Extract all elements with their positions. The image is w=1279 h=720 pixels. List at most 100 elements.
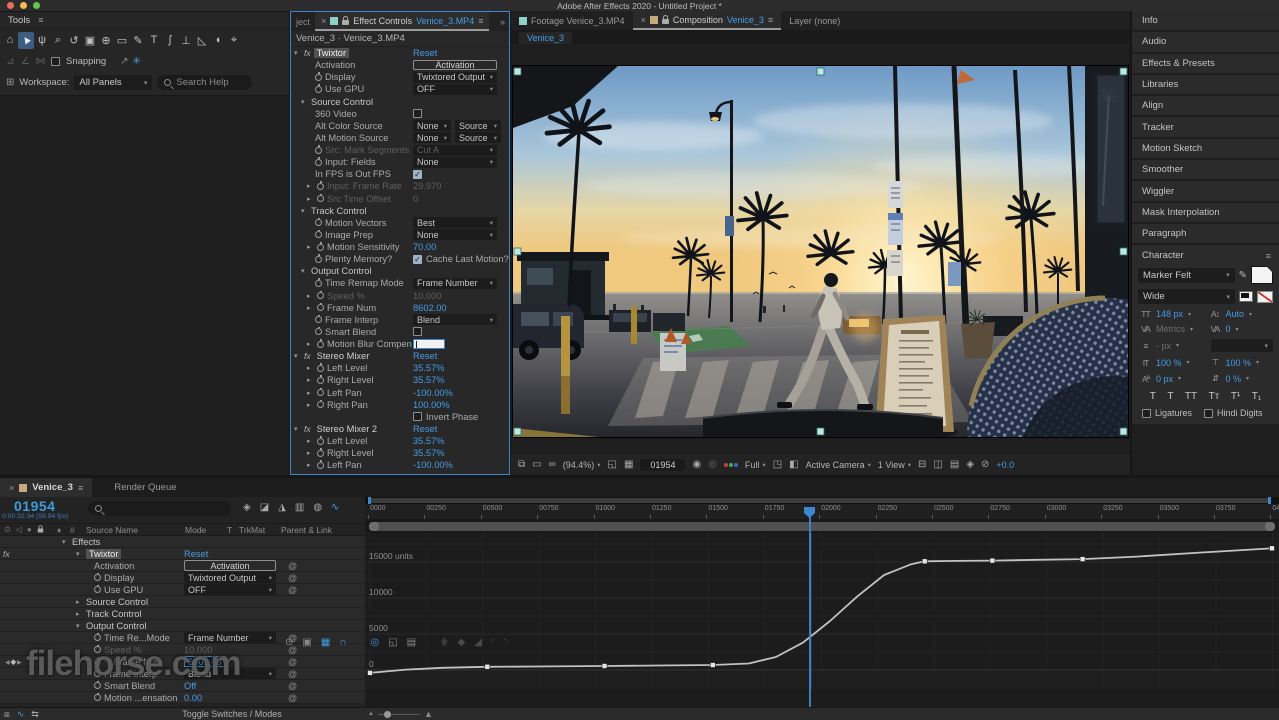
composition-mini-tab[interactable]: Venice_3: [519, 32, 572, 44]
close-tab-icon[interactable]: ×: [641, 15, 646, 25]
checkbox[interactable]: [413, 412, 422, 421]
time-navigator[interactable]: [365, 519, 1279, 533]
checkbox[interactable]: [413, 109, 422, 118]
trkmat-column[interactable]: TrkMat: [239, 525, 265, 535]
stopwatch-icon[interactable]: [317, 438, 324, 445]
reset-link[interactable]: Reset: [413, 351, 437, 361]
dropdown-frame-number[interactable]: Frame Number▾: [413, 278, 497, 289]
video-visibility-icon[interactable]: ⊙: [4, 525, 11, 534]
stopwatch-icon[interactable]: [317, 462, 324, 469]
parent-link-column[interactable]: Parent & Link: [281, 525, 332, 535]
stopwatch-icon[interactable]: [315, 316, 322, 323]
property-value[interactable]: 0: [413, 194, 418, 204]
panel-menu-icon[interactable]: ≡: [1266, 251, 1271, 261]
pickwhip-icon[interactable]: @: [288, 693, 297, 703]
exposure-value[interactable]: +0.0: [996, 460, 1014, 470]
mode-column[interactable]: Mode: [185, 525, 206, 535]
snapshot-icon[interactable]: ◉: [692, 459, 701, 470]
stopwatch-icon[interactable]: [315, 231, 322, 238]
puppet-pin-tool[interactable]: ⌖: [226, 32, 242, 49]
region-of-interest-icon[interactable]: ◳: [773, 459, 782, 470]
stopwatch-icon[interactable]: [94, 694, 101, 701]
lock-icon[interactable]: [342, 20, 349, 25]
rotation-tool[interactable]: ↺: [66, 32, 82, 49]
fill-color-swatch[interactable]: [1251, 266, 1273, 284]
superscript-button[interactable]: T¹: [1231, 391, 1240, 402]
axis-world-icon[interactable]: ∠: [19, 56, 32, 67]
layer-tab[interactable]: Layer (none): [781, 11, 848, 30]
effect-controls-tab[interactable]: × Effect Controls Venice_3.MP4 ≡: [315, 12, 489, 31]
expand-icon[interactable]: ▸: [307, 364, 314, 372]
panel-menu-icon[interactable]: ≡: [78, 483, 83, 493]
twirl-icon[interactable]: ▾: [294, 425, 301, 433]
property-value[interactable]: 35.57%: [413, 448, 445, 458]
leading-value[interactable]: Auto: [1226, 309, 1245, 319]
stopwatch-icon[interactable]: [317, 195, 324, 202]
panel-menu-icon[interactable]: ≡: [478, 16, 483, 26]
expand-icon[interactable]: ▸: [307, 449, 314, 457]
stopwatch-icon[interactable]: [315, 86, 322, 93]
channels-icon[interactable]: [724, 463, 738, 467]
effect-name[interactable]: Twixtor: [314, 48, 349, 58]
sidebar-panel-paragraph[interactable]: Paragraph: [1132, 224, 1279, 243]
edit-selected-keyframes-icon[interactable]: ▣: [302, 637, 311, 648]
in-out-panes-icon[interactable]: ⇆: [31, 709, 39, 720]
sidebar-panel-mask-interpolation[interactable]: Mask Interpolation: [1132, 203, 1279, 222]
composition-tab[interactable]: × Composition Venice_3 ≡: [633, 11, 782, 30]
property-value[interactable]: 8602.00: [413, 303, 447, 313]
help-search-input[interactable]: Search Help: [157, 75, 252, 90]
timeline-button-icon[interactable]: ▤: [950, 459, 959, 470]
fit-all-graphs-icon[interactable]: ▤: [407, 637, 416, 648]
frame-blending-icon[interactable]: ▥: [295, 502, 304, 513]
expand-icon[interactable]: ▸: [307, 340, 314, 348]
pickwhip-icon[interactable]: @: [288, 669, 297, 679]
expand-icon[interactable]: ▸: [307, 389, 314, 397]
stopwatch-icon[interactable]: [94, 586, 101, 593]
faux-italic-button[interactable]: T: [1167, 391, 1173, 402]
kerning-value[interactable]: Metrics: [1156, 324, 1185, 334]
roto-brush-tool[interactable]: ◖: [210, 32, 226, 49]
grid-guides-icon[interactable]: ⊟: [918, 459, 926, 470]
expand-icon[interactable]: ▸: [307, 182, 314, 190]
param-button[interactable]: Activation: [184, 560, 276, 571]
show-snapshot-icon[interactable]: ◎: [708, 459, 717, 470]
brush-tool[interactable]: ʃ: [162, 32, 178, 49]
snap-icon[interactable]: ∩: [339, 637, 346, 648]
property-value[interactable]: 100.00%: [413, 400, 450, 410]
stopwatch-icon[interactable]: [94, 634, 101, 641]
draft-3d-icon[interactable]: ◪: [260, 502, 269, 513]
roi-icon[interactable]: ◱: [608, 459, 617, 470]
sidebar-panel-audio[interactable]: Audio: [1132, 32, 1279, 51]
stroke-width-value[interactable]: - px: [1156, 341, 1171, 351]
view-layout-select[interactable]: 1 View▾: [878, 460, 911, 470]
baseline-shift-value[interactable]: 0 px: [1156, 374, 1173, 384]
dropdown-twixtored-output[interactable]: Twixtored Output▾: [184, 572, 276, 583]
param-button[interactable]: Activation: [413, 60, 497, 71]
work-area-bar[interactable]: [365, 497, 1279, 504]
fast-previews-icon[interactable]: ◧: [789, 459, 798, 470]
faux-bold-button[interactable]: T: [1150, 391, 1156, 402]
selection-tool[interactable]: ▲: [18, 32, 34, 49]
dropdown-cut-a[interactable]: Cut A▾: [413, 145, 497, 156]
camera-select[interactable]: Active Camera▾: [806, 460, 871, 470]
mini-flowchart-icon[interactable]: ◫: [933, 459, 942, 470]
rectangle-tool[interactable]: ▭: [114, 32, 130, 49]
choose-graph-properties-icon[interactable]: ⊙: [285, 637, 293, 648]
expand-icon[interactable]: ▸: [307, 243, 314, 251]
all-caps-button[interactable]: TT: [1185, 391, 1197, 402]
dropdown-frame-number[interactable]: Frame Number▾: [184, 632, 276, 643]
stopwatch-icon[interactable]: [315, 328, 322, 335]
font-style-select[interactable]: Wide▾: [1138, 289, 1235, 304]
stopwatch-icon[interactable]: [317, 365, 324, 372]
fit-selection-icon[interactable]: ◱: [388, 637, 397, 648]
clone-stamp-tool[interactable]: ⊥: [178, 32, 194, 49]
comp-mini-flowchart-icon[interactable]: ◈: [243, 502, 251, 513]
stopwatch-icon[interactable]: [315, 74, 322, 81]
ease-out-icon[interactable]: ◝: [504, 637, 508, 648]
eyedropper-icon[interactable]: ✎: [1239, 270, 1247, 281]
expand-icon[interactable]: ▸: [307, 292, 314, 300]
hand-tool[interactable]: ψ: [34, 32, 50, 49]
dropdown-source[interactable]: Source▾: [455, 132, 501, 143]
font-family-select[interactable]: Marker Felt▾: [1138, 268, 1235, 283]
sidebar-panel-tracker[interactable]: Tracker: [1132, 117, 1279, 136]
